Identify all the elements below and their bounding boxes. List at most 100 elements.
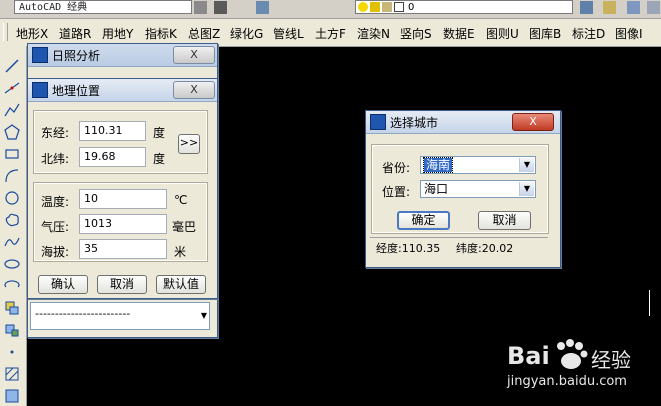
status-longitude: 经度:110.35 (376, 242, 441, 255)
geo-dialog-titlebar[interactable]: 地理位置 X (28, 79, 217, 102)
insert-block-icon[interactable] (4, 300, 20, 316)
chevron-down-icon[interactable]: ▼ (201, 311, 207, 320)
position-select[interactable]: 海口 ▼ (420, 180, 536, 198)
watermark-brand-suffix: 经验 (591, 348, 631, 372)
menu-library[interactable]: 图库B (529, 25, 561, 42)
menu-vertical[interactable]: 竖向S (400, 25, 432, 42)
point-icon[interactable] (4, 344, 20, 360)
rectangle-icon[interactable] (4, 146, 20, 162)
layer-tool-icon[interactable] (580, 1, 593, 14)
status-bar: 经度:110.35 纬度:20.02 (370, 237, 548, 256)
draw-toolbar (0, 46, 27, 406)
position-label: 位置: (382, 185, 411, 199)
latitude-input[interactable]: 19.68 (79, 147, 146, 167)
altitude-unit: 米 (174, 245, 187, 259)
sunlight-dialog-titlebar[interactable]: 日照分析 X (28, 44, 217, 67)
temperature-unit: ℃ (174, 193, 188, 207)
menu-data[interactable]: 数据E (443, 25, 475, 42)
longitude-input[interactable]: 110.31 (79, 121, 146, 141)
select-city-button[interactable]: >> (178, 134, 200, 154)
ok-button[interactable]: 确定 (397, 211, 450, 230)
city-dialog-title: 选择城市 (390, 116, 439, 130)
hatch-icon[interactable] (4, 366, 20, 382)
sun-icon (370, 2, 380, 12)
line-icon[interactable] (4, 58, 20, 74)
latitude-unit: 度 (153, 152, 166, 166)
menu-earthwork[interactable]: 土方F (315, 25, 346, 42)
menu-index[interactable]: 指标K (145, 25, 177, 42)
geo-dialog-close-button[interactable]: X (173, 81, 215, 99)
watermark-url: jingyan.baidu.com (507, 374, 627, 389)
confirm-button[interactable]: 确认 (38, 275, 88, 294)
chevron-down-icon[interactable]: ▼ (519, 158, 534, 172)
chevron-down-icon[interactable]: ▼ (519, 182, 534, 196)
ellipse-arc-icon[interactable] (4, 278, 20, 294)
pressure-unit: 毫巴 (172, 220, 197, 234)
menu-drawing-rules[interactable]: 图则U (486, 25, 519, 42)
longitude-label: 东经: (41, 126, 70, 140)
polyline-icon[interactable] (4, 102, 20, 118)
menu-master-plan[interactable]: 总图Z (188, 25, 220, 42)
geo-location-dialog: 地理位置 X 东经: 110.31 度 北纬: 19.68 度 >> 温度: 1… (27, 78, 218, 299)
arc-icon[interactable] (4, 168, 20, 184)
ellipse-icon[interactable] (4, 256, 20, 272)
menu-annotation[interactable]: 标注D (572, 25, 605, 42)
menu-image[interactable]: 图像I (615, 25, 643, 42)
spline-icon[interactable] (4, 234, 20, 250)
layers-icon[interactable] (256, 1, 269, 14)
baidu-watermark: Bai 经验 jingyan.baidu.com (505, 338, 655, 398)
workspace-icon[interactable] (214, 1, 227, 14)
gear-icon[interactable] (194, 1, 207, 14)
circle-icon[interactable] (4, 190, 20, 206)
gradient-icon[interactable] (4, 388, 20, 404)
altitude-input[interactable]: 35 (79, 239, 167, 259)
polygon-icon[interactable] (4, 124, 20, 140)
default-values-button[interactable]: 默认值 (156, 275, 206, 294)
sunlight-dialog-title: 日照分析 (52, 49, 101, 63)
dash-line-text: ------------------------ (35, 307, 131, 320)
menu-road[interactable]: 道路R (59, 25, 91, 42)
cancel-button[interactable]: 取消 (478, 211, 531, 230)
geo-dialog-title: 地理位置 (52, 84, 101, 98)
altitude-label: 海拔: (41, 245, 70, 259)
city-dialog-close-button[interactable]: X (512, 113, 554, 131)
watermark-brand: Bai (507, 342, 550, 370)
temperature-label: 温度: (41, 195, 70, 209)
latitude-label: 北纬: (41, 152, 70, 166)
menu-greening[interactable]: 绿化G (230, 25, 263, 42)
menu-pipeline[interactable]: 管线L (273, 25, 304, 42)
status-latitude: 纬度:20.02 (456, 242, 514, 255)
layer-name: 0 (408, 2, 415, 13)
position-selected-text: 海口 (424, 182, 449, 196)
select-city-dialog: 选择城市 X 省份: 海南 ▼ 位置: 海口 ▼ 确定 取消 经度:110.35… (365, 110, 561, 268)
construction-line-icon[interactable] (4, 80, 20, 96)
menu-render[interactable]: 渲染N (357, 25, 390, 42)
revision-cloud-icon[interactable] (4, 212, 20, 228)
grip-handle[interactable] (3, 23, 8, 41)
make-block-icon[interactable] (4, 322, 20, 338)
lock-icon (382, 2, 392, 12)
city-dialog-titlebar[interactable]: 选择城市 X (366, 111, 560, 134)
pressure-label: 气压: (41, 220, 70, 234)
pressure-input[interactable]: 1013 (79, 214, 167, 234)
sunlight-dialog-close-button[interactable]: X (173, 46, 215, 64)
top-toolbar: AutoCAD 经典 0 (0, 0, 661, 19)
layer-isolate-icon[interactable] (647, 1, 660, 14)
layer-states-icon[interactable] (603, 1, 616, 14)
longitude-unit: 度 (153, 126, 166, 140)
province-selected-text: 海南 (422, 157, 454, 173)
layer-dropdown[interactable]: 0 (355, 0, 573, 14)
layer-walk-icon[interactable] (627, 1, 640, 14)
app-icon (32, 82, 48, 98)
paw-icon (557, 339, 588, 369)
drawing-crosshair-edge (649, 290, 661, 316)
province-select[interactable]: 海南 ▼ (420, 156, 536, 174)
temperature-input[interactable]: 10 (79, 189, 167, 209)
province-label: 省份: (382, 161, 411, 175)
cancel-button[interactable]: 取消 (97, 275, 147, 294)
sunlight-result-list[interactable]: ------------------------ ▼ (30, 302, 210, 330)
color-swatch-icon (394, 2, 404, 12)
workspace-dropdown[interactable]: AutoCAD 经典 (14, 0, 192, 14)
menu-terrain[interactable]: 地形X (16, 25, 48, 42)
menu-landuse[interactable]: 用地Y (102, 25, 133, 42)
